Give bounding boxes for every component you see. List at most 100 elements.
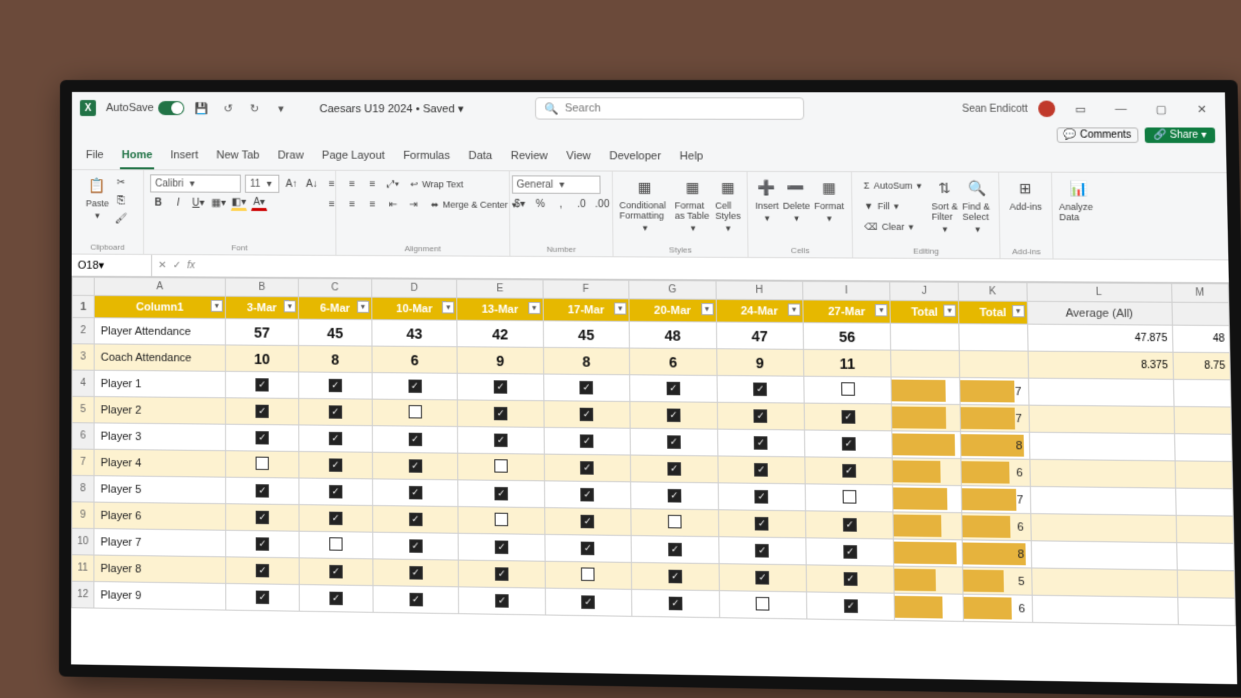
- checkbox-cell[interactable]: ✓: [299, 558, 373, 586]
- data-cell[interactable]: 56: [803, 323, 891, 350]
- checkbox-cell[interactable]: ✓: [372, 479, 458, 507]
- sort-filter-button[interactable]: ⇅Sort & Filter▾: [931, 177, 959, 236]
- databar-cell[interactable]: [894, 539, 963, 567]
- filter-dropdown-icon[interactable]: ▾: [528, 302, 540, 314]
- total-cell[interactable]: 6: [963, 594, 1032, 622]
- data-cell[interactable]: 6: [630, 348, 717, 375]
- column-header[interactable]: H: [716, 281, 803, 300]
- tab-review[interactable]: Review: [509, 146, 550, 170]
- checkbox-icon[interactable]: ✓: [843, 518, 857, 532]
- checkbox-icon[interactable]: ✓: [580, 408, 594, 421]
- tab-newtab[interactable]: New Tab: [214, 145, 261, 169]
- checkbox-icon[interactable]: ✓: [754, 409, 768, 423]
- checkbox-cell[interactable]: ✓: [544, 427, 631, 455]
- tab-home[interactable]: Home: [120, 145, 155, 169]
- checkbox-icon[interactable]: ✓: [667, 435, 681, 449]
- checkbox-icon[interactable]: [581, 567, 595, 581]
- checkbox-cell[interactable]: [545, 561, 632, 589]
- checkbox-icon[interactable]: ✓: [582, 595, 596, 609]
- checkbox-cell[interactable]: ✓: [299, 451, 373, 478]
- filter-dropdown-icon[interactable]: ▾: [701, 303, 714, 315]
- column-header[interactable]: B: [225, 278, 298, 297]
- ribbon-mode-icon[interactable]: ▭: [1066, 102, 1096, 115]
- data-cell[interactable]: 8: [543, 347, 630, 374]
- databar-cell[interactable]: [895, 593, 964, 621]
- decrease-font-icon[interactable]: A↓: [304, 176, 320, 192]
- paste-button[interactable]: 📋Paste▾: [86, 174, 109, 221]
- checkbox-cell[interactable]: ✓: [632, 589, 719, 617]
- row-header[interactable]: 12: [72, 581, 94, 608]
- checkbox-cell[interactable]: ✓: [630, 455, 717, 483]
- checkbox-cell[interactable]: ✓: [544, 508, 631, 536]
- checkbox-icon[interactable]: [668, 514, 682, 528]
- checkbox-cell[interactable]: ✓: [226, 477, 299, 504]
- column-header[interactable]: D: [372, 279, 457, 298]
- total-cell[interactable]: 8: [961, 432, 1030, 460]
- table-header-cell[interactable]: 17-Mar▾: [543, 298, 629, 321]
- share-button[interactable]: 🔗 Share ▾: [1145, 127, 1215, 143]
- format-painter-icon[interactable]: 🖌: [113, 210, 129, 226]
- checkbox-cell[interactable]: [458, 507, 544, 535]
- checkbox-icon[interactable]: [842, 489, 856, 503]
- checkbox-icon[interactable]: ✓: [329, 565, 342, 579]
- avg-cell[interactable]: 8.375: [1028, 351, 1173, 379]
- checkbox-icon[interactable]: ✓: [256, 537, 269, 550]
- table-header-cell[interactable]: 6-Mar▾: [298, 297, 371, 320]
- align-left-icon[interactable]: ≡: [324, 196, 340, 212]
- checkbox-icon[interactable]: ✓: [329, 379, 342, 392]
- checkbox-icon[interactable]: ✓: [329, 432, 342, 445]
- data-cell[interactable]: 6: [372, 346, 458, 373]
- data-cell[interactable]: 11: [803, 349, 891, 377]
- checkbox-cell[interactable]: ✓: [458, 427, 544, 455]
- find-select-button[interactable]: 🔍Find & Select▾: [962, 177, 993, 236]
- format-cells-button[interactable]: ▦Format▾: [814, 176, 844, 224]
- tab-help[interactable]: Help: [678, 146, 706, 171]
- align-bottom-icon[interactable]: ≡: [364, 176, 380, 192]
- checkbox-cell[interactable]: ✓: [299, 425, 373, 452]
- addins-button[interactable]: ⊞Add-ins: [1009, 177, 1042, 212]
- comments-button[interactable]: 💬 Comments: [1056, 127, 1139, 143]
- table-header-cell[interactable]: Column1▾: [94, 295, 225, 318]
- checkbox-cell[interactable]: ✓: [717, 456, 805, 484]
- checkbox-cell[interactable]: ✓: [631, 536, 718, 564]
- data-cell[interactable]: 45: [543, 321, 630, 348]
- checkbox-cell[interactable]: ✓: [459, 587, 545, 615]
- align-middle-icon[interactable]: ≡: [344, 176, 360, 192]
- table-header-cell[interactable]: [1171, 302, 1229, 325]
- filter-dropdown-icon[interactable]: ▾: [1012, 305, 1025, 318]
- font-name-select[interactable]: Calibri▾: [150, 174, 241, 192]
- decrease-decimal-icon[interactable]: .00: [594, 196, 611, 212]
- checkbox-icon[interactable]: ✓: [494, 380, 507, 393]
- checkbox-cell[interactable]: ✓: [630, 401, 717, 429]
- checkbox-icon[interactable]: [495, 512, 509, 526]
- minimize-icon[interactable]: —: [1106, 103, 1136, 115]
- checkbox-icon[interactable]: ✓: [753, 383, 767, 397]
- increase-indent-icon[interactable]: ⇥: [405, 196, 421, 212]
- checkbox-icon[interactable]: ✓: [755, 490, 769, 504]
- row-header[interactable]: 6: [72, 423, 94, 450]
- tab-data[interactable]: Data: [466, 146, 494, 170]
- column-header[interactable]: L: [1027, 283, 1172, 303]
- row-label[interactable]: Coach Attendance: [94, 344, 225, 371]
- checkbox-icon[interactable]: ✓: [494, 487, 508, 501]
- row-label[interactable]: Player 7: [94, 529, 226, 557]
- checkbox-icon[interactable]: [329, 537, 342, 551]
- font-color-button[interactable]: A▾: [251, 195, 267, 211]
- tab-draw[interactable]: Draw: [276, 145, 306, 169]
- checkbox-cell[interactable]: ✓: [806, 592, 894, 620]
- row-header[interactable]: 4: [72, 370, 94, 397]
- table-header-cell[interactable]: Average (All): [1027, 301, 1172, 325]
- formula-input[interactable]: [201, 266, 1229, 272]
- row-label[interactable]: Player 3: [94, 423, 226, 451]
- checkbox-icon[interactable]: ✓: [667, 489, 681, 503]
- data-cell[interactable]: 48: [629, 321, 716, 348]
- checkbox-icon[interactable]: ✓: [255, 378, 268, 391]
- checkbox-cell[interactable]: ✓: [545, 534, 632, 562]
- checkbox-cell[interactable]: ✓: [299, 372, 373, 399]
- toggle-on-icon[interactable]: [158, 101, 184, 115]
- spreadsheet-grid[interactable]: ABCDEFGHIJKLM1Column1▾3-Mar▾6-Mar▾10-Mar…: [71, 277, 1238, 697]
- checkbox-icon[interactable]: ✓: [666, 382, 680, 396]
- filter-dropdown-icon[interactable]: ▾: [357, 301, 369, 313]
- cancel-formula-icon[interactable]: ✕: [158, 260, 166, 271]
- filter-dropdown-icon[interactable]: ▾: [788, 303, 801, 315]
